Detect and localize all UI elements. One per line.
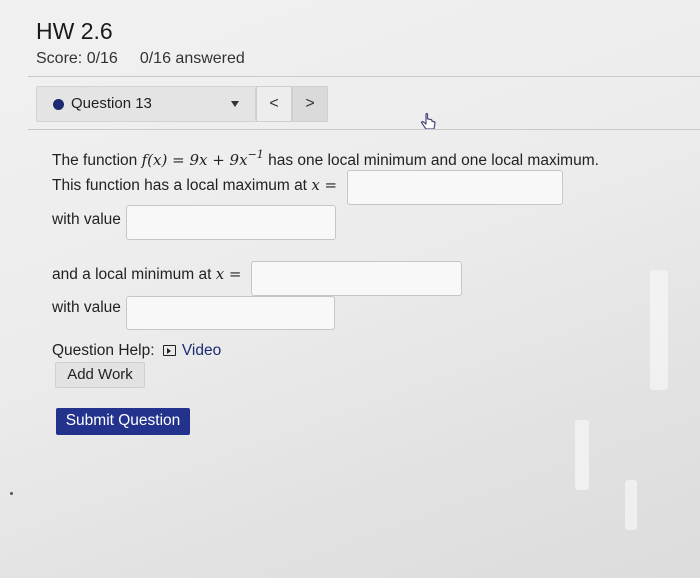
next-question-button[interactable]: > xyxy=(292,86,328,122)
local-min-label: and a local minimum at xyxy=(52,266,212,283)
function-lhs: f(x) xyxy=(141,151,168,169)
question-selector[interactable]: Question 13 xyxy=(36,86,256,122)
video-icon[interactable] xyxy=(162,345,176,356)
video-link[interactable]: Video xyxy=(182,342,221,359)
local-min-prompt: and a local minimum at x = xyxy=(52,265,241,284)
submit-question-button[interactable]: Submit Question xyxy=(56,408,190,435)
cursor-pointer-icon xyxy=(420,112,436,130)
function-expression: f(x) = 9x + 9x−1 xyxy=(141,148,264,169)
local-max-value-input[interactable] xyxy=(126,205,336,240)
function-rhs: = 9x + 9x xyxy=(167,151,248,169)
screen-glare xyxy=(650,270,668,390)
screen-speck xyxy=(10,492,13,495)
add-work-button[interactable]: Add Work xyxy=(55,362,145,388)
score-text: Score: 0/16 xyxy=(36,50,118,67)
dropdown-caret-icon xyxy=(231,101,239,107)
question-status-dot xyxy=(53,99,64,110)
screen-glare xyxy=(625,480,637,530)
answered-count: 0/16 answered xyxy=(139,50,245,67)
local-max-x-input[interactable] xyxy=(347,170,563,205)
x-equals-label: x = xyxy=(215,265,242,283)
previous-question-button[interactable]: < xyxy=(256,86,292,122)
local-min-x-input[interactable] xyxy=(251,261,462,296)
with-value-label-2: with value xyxy=(52,299,121,316)
function-exponent: −1 xyxy=(247,148,264,161)
question-text-line1: The function f(x) = 9x + 9x−1 has one lo… xyxy=(52,148,599,170)
question-help: Question Help: Video xyxy=(52,342,221,360)
with-value-label-1: with value xyxy=(52,211,121,228)
x-equals-label: x = xyxy=(311,176,338,194)
question-help-label: Question Help: xyxy=(52,342,155,359)
question-selector-label: Question 13 xyxy=(71,95,152,112)
local-min-value-input[interactable] xyxy=(126,296,335,330)
divider xyxy=(28,76,700,77)
local-max-prompt: This function has a local maximum at x = xyxy=(52,176,337,195)
local-max-label: This function has a local maximum at xyxy=(52,177,307,194)
divider xyxy=(28,129,700,130)
screen-glare xyxy=(575,420,589,490)
question-prefix: The function xyxy=(52,152,138,169)
page-title: HW 2.6 xyxy=(36,18,113,44)
question-suffix: has one local minimum and one local maxi… xyxy=(268,152,599,169)
score-line: Score: 0/16 0/16 answered xyxy=(36,50,245,68)
